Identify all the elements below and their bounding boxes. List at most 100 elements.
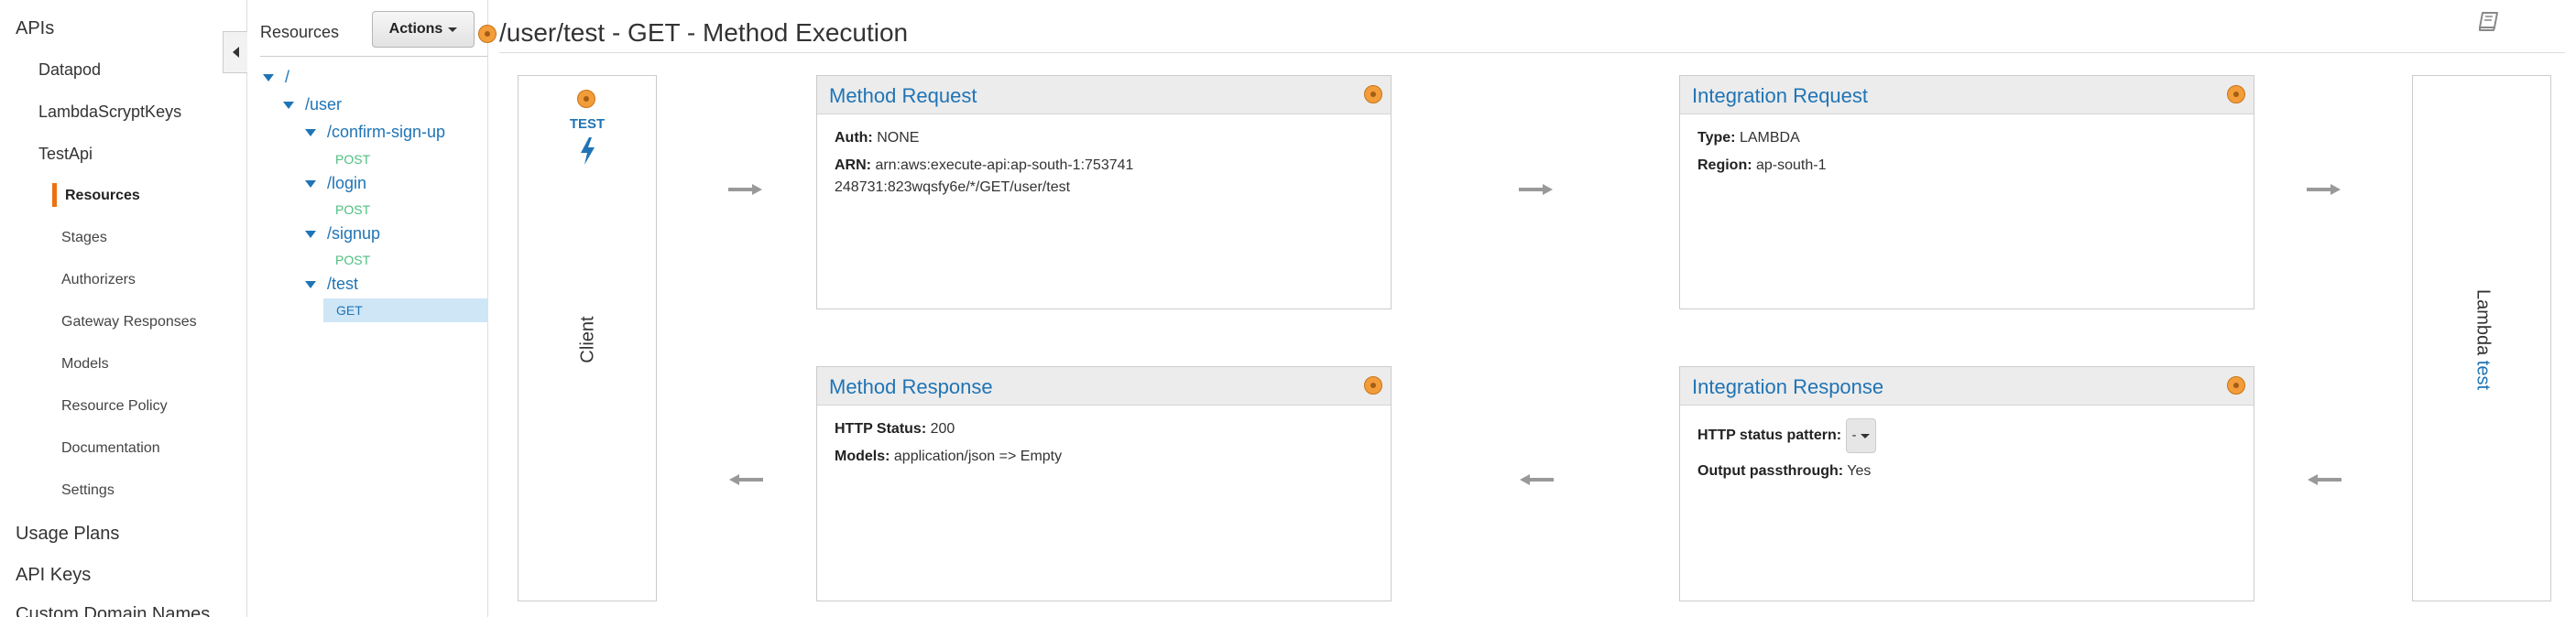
models-row: Models: application/json => Empty [835,446,1373,468]
nav-apis[interactable]: APIs [16,18,54,39]
page-title: /user/test - GET - Method Execution [499,18,909,47]
resources-heading: Resources [260,23,340,41]
nav-resource-policy[interactable]: Resource Policy [61,398,168,415]
http-status-label: HTTP Status: [835,421,927,437]
integration-request-badge-icon[interactable] [2227,85,2245,103]
output-passthrough-row: Output passthrough: Yes [1697,460,2236,482]
status-pattern-select[interactable]: - [1845,418,1876,453]
integration-response-link[interactable]: Integration Response [1692,375,1883,399]
nav-gateway-responses[interactable]: Gateway Responses [61,314,197,330]
method-post-login[interactable]: POST [335,202,370,217]
panel-header: Method Response [817,367,1391,406]
nav-api-testapi[interactable]: TestApi [38,145,93,164]
divider [260,56,487,57]
nav-api-lambdascryptkeys[interactable]: LambdaScryptKeys [38,103,181,122]
collapse-nav-button[interactable] [223,31,247,73]
type-row: Type: LAMBDA [1697,127,2236,149]
arrow-left-icon [1520,474,1554,485]
output-passthrough-value: Yes [1847,463,1872,479]
arrow-left-icon [729,474,763,485]
region-row: Region: ap-south-1 [1697,155,2236,177]
nav-usage-plans[interactable]: Usage Plans [16,524,119,545]
models-value: application/json => Empty [893,449,1063,464]
status-pattern-value: - [1851,428,1857,443]
test-badge-icon[interactable] [577,90,595,108]
tree-node-test[interactable]: /test [305,275,358,294]
panel-body: HTTP status pattern: - Output passthroug… [1680,406,2254,501]
panel-header: Integration Response [1680,367,2254,406]
nav-api-keys[interactable]: API Keys [16,565,91,586]
nav-documentation[interactable]: Documentation [61,440,160,457]
status-pattern-label: HTTP status pattern: [1697,428,1842,444]
nav-api-datapod[interactable]: Datapod [38,60,101,80]
lambda-column: Lambda test [2412,75,2551,601]
lambda-label: Lambda test [2472,289,2494,390]
tree-node-label: /confirm-sign-up [327,123,446,141]
panel-body: HTTP Status: 200 Models: application/jso… [817,406,1391,486]
test-button[interactable]: TEST [518,116,656,132]
integration-request-panel: Integration Request Type: LAMBDA Region:… [1679,75,2254,309]
arrow-right-icon [728,184,762,195]
resource-tree: Resources Actions / /user /confirm-sign-… [247,0,488,617]
method-request-panel: Method Request Auth: NONE ARN: arn:aws:e… [816,75,1392,309]
caret-down-icon [1860,433,1870,438]
http-status-row: HTTP Status: 200 [835,418,1373,440]
method-request-badge-icon[interactable] [1364,85,1382,103]
expand-icon [305,280,316,288]
auth-row: Auth: NONE [835,127,1373,149]
left-navigation: APIs Datapod LambdaScryptKeys TestApi Re… [0,0,247,617]
region-value: ap-south-1 [1756,157,1827,173]
expand-icon [305,128,316,136]
auth-label: Auth: [835,130,873,146]
output-passthrough-label: Output passthrough: [1697,463,1844,479]
lambda-prefix: Lambda [2472,288,2494,356]
nav-models[interactable]: Models [61,356,109,373]
expand-icon [305,179,316,188]
client-column: TEST Client [518,75,657,601]
nav-authorizers[interactable]: Authorizers [61,272,136,288]
tree-node-signup[interactable]: /signup [305,224,380,244]
arrow-right-icon [2307,184,2341,195]
actions-label: Actions [388,21,443,37]
expand-icon [283,101,294,109]
method-response-badge-icon[interactable] [1364,376,1382,395]
models-label: Models: [835,449,890,464]
integration-response-badge-icon[interactable] [2227,376,2245,395]
method-post-confirm-sign-up[interactable]: POST [335,152,370,167]
tree-node-label: /login [327,174,367,192]
tree-node-login[interactable]: /login [305,174,366,193]
nav-stages[interactable]: Stages [61,230,107,246]
lambda-function-link[interactable]: test [2473,361,2494,390]
lightning-bolt-icon[interactable] [576,136,598,166]
nav-settings[interactable]: Settings [61,482,115,499]
book-icon[interactable] [2478,11,2500,31]
info-badge-icon[interactable] [478,25,497,43]
method-request-link[interactable]: Method Request [829,84,977,108]
integration-request-link[interactable]: Integration Request [1692,84,1868,108]
type-label: Type: [1697,130,1736,146]
expand-icon [305,230,316,238]
nav-custom-domain-names[interactable]: Custom Domain Names [16,604,210,617]
actions-button[interactable]: Actions [372,11,475,48]
nav-resources[interactable]: Resources [65,188,140,204]
chevron-left-icon [232,47,239,58]
arrow-right-icon [1519,184,1553,195]
auth-value: NONE [877,130,920,146]
arn-label: ARN: [835,157,871,173]
tree-node-user[interactable]: /user [283,95,342,114]
active-indicator [52,183,57,207]
tree-node-label: / [285,68,290,86]
method-response-link[interactable]: Method Response [829,375,993,399]
tree-node-label: /signup [327,224,381,243]
client-label: Client [577,316,598,363]
header-divider [499,52,2565,53]
tree-node-root[interactable]: / [263,68,289,87]
panel-body: Type: LAMBDA Region: ap-south-1 [1680,114,2254,195]
http-status-value: 200 [930,421,955,437]
method-post-signup[interactable]: POST [335,253,370,267]
panel-header: Integration Request [1680,76,2254,114]
expand-icon [263,73,274,81]
method-get-test[interactable]: GET [323,298,488,322]
arrow-left-icon [2308,474,2341,485]
tree-node-confirm-sign-up[interactable]: /confirm-sign-up [305,123,445,142]
